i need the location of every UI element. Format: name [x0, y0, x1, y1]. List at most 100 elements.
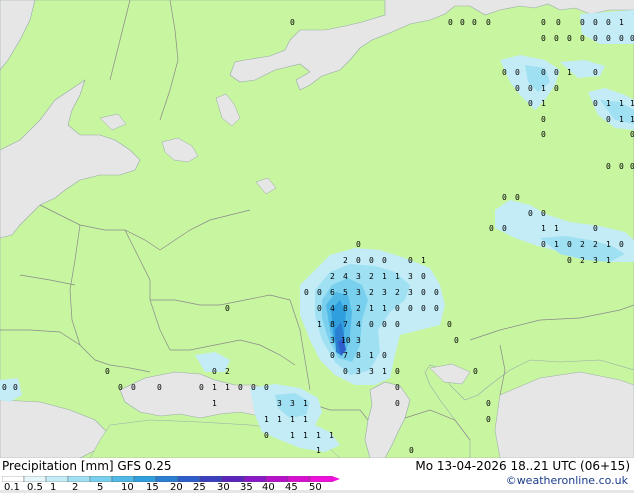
precip-value: 2	[356, 304, 361, 313]
precip-value: 0	[421, 304, 426, 313]
precip-value: 0	[118, 383, 123, 392]
precip-value: 1	[290, 415, 295, 424]
precip-value: 1	[382, 272, 387, 281]
precip-value: 0	[382, 351, 387, 360]
precip-value: 0	[369, 320, 374, 329]
precip-value: 0	[238, 383, 243, 392]
precip-value: 0	[330, 351, 335, 360]
scale-tick-label: 0.5	[27, 482, 43, 493]
precip-value: 3	[593, 256, 598, 265]
precip-value: 0	[619, 162, 624, 171]
precip-value: 0	[567, 34, 572, 43]
precip-value: 0	[251, 383, 256, 392]
precip-value: 1	[369, 351, 374, 360]
precip-value: 0	[567, 256, 572, 265]
precip-value: 1	[630, 99, 634, 108]
precip-value: 0	[408, 304, 413, 313]
precip-value: 2	[395, 288, 400, 297]
precipitation-map: 0000000000100000000000010001001011100110…	[0, 0, 634, 458]
precip-value: 0	[131, 383, 136, 392]
precip-value: 1	[277, 415, 282, 424]
precip-value: 1	[541, 99, 546, 108]
scale-tick-label: 40	[262, 482, 275, 493]
credit-link[interactable]: ©weatheronline.co.uk	[506, 474, 628, 487]
precip-value: 0	[554, 34, 559, 43]
precip-value: 0	[593, 68, 598, 77]
precip-value: 1	[212, 399, 217, 408]
precip-value: 1	[554, 224, 559, 233]
precip-value: 1	[329, 431, 334, 440]
precip-value: 0	[448, 18, 453, 27]
precip-value: 3	[382, 288, 387, 297]
precip-value: 0	[409, 446, 414, 455]
precip-value: 1	[567, 68, 572, 77]
precip-value: 1	[316, 446, 321, 455]
scale-tick-label: 50	[309, 482, 322, 493]
precip-value: 1	[303, 431, 308, 440]
precip-value: 1	[619, 18, 624, 27]
precip-value: 0	[382, 320, 387, 329]
precip-value: 3	[330, 336, 335, 345]
precip-value: 1	[225, 383, 230, 392]
precip-value: 3	[356, 367, 361, 376]
precip-value: 0	[317, 288, 322, 297]
precip-value: 1	[395, 272, 400, 281]
precip-value: 0	[486, 415, 491, 424]
precip-value: 0	[556, 18, 561, 27]
precip-value: 1	[619, 115, 624, 124]
scale-tick-label: 1	[50, 482, 57, 493]
precip-value: 0	[593, 34, 598, 43]
precip-value: 2	[369, 272, 374, 281]
precip-value: 0	[515, 68, 520, 77]
precip-value: 0	[567, 240, 572, 249]
precip-value: 0	[290, 18, 295, 27]
precip-value: 0	[13, 383, 18, 392]
precip-value: 1	[303, 399, 308, 408]
precip-value: 0	[395, 320, 400, 329]
precip-value: 2	[369, 288, 374, 297]
precip-value: 0	[473, 367, 478, 376]
precip-value: 1	[541, 84, 546, 93]
precip-value: 0	[460, 18, 465, 27]
precip-value: 0	[619, 240, 624, 249]
precip-value: 8	[330, 320, 335, 329]
precip-value: 4	[343, 272, 348, 281]
precip-value: 3	[408, 272, 413, 281]
scale-tick-label: 20	[170, 482, 183, 493]
precip-value: 0	[408, 256, 413, 265]
precip-value: 0	[421, 272, 426, 281]
scale-tick-label: 30	[217, 482, 230, 493]
precip-value: 0	[515, 193, 520, 202]
precip-value: 1	[212, 383, 217, 392]
precip-value: 0	[630, 162, 634, 171]
scale-tick-label: 0.1	[4, 482, 20, 493]
scale-tick-label: 45	[285, 482, 298, 493]
precip-value: 7	[343, 320, 348, 329]
precip-value: 0	[630, 130, 634, 139]
precip-value: 2	[343, 256, 348, 265]
precip-value: 0	[486, 399, 491, 408]
precip-value: 0	[606, 115, 611, 124]
precip-value: 0	[502, 193, 507, 202]
precip-value: 1	[264, 415, 269, 424]
precip-value: 3	[290, 399, 295, 408]
precip-value: 1	[382, 367, 387, 376]
scale-tick-label: 5	[97, 482, 104, 493]
precip-value: 5	[343, 288, 348, 297]
precip-value: 0	[619, 34, 624, 43]
precip-value: 0	[395, 399, 400, 408]
precip-value: 1	[303, 415, 308, 424]
precip-value: 1	[606, 256, 611, 265]
precip-value: 1	[290, 431, 295, 440]
precip-value: 0	[454, 336, 459, 345]
precip-value: 3	[356, 272, 361, 281]
scale-tick-label: 2	[72, 482, 79, 493]
precip-value: 1	[316, 431, 321, 440]
precip-value: 1	[369, 304, 374, 313]
precip-value: 0	[554, 84, 559, 93]
precip-value: 2	[593, 240, 598, 249]
precip-value: 0	[580, 18, 585, 27]
precip-value: 1	[554, 240, 559, 249]
precip-value: 0	[395, 367, 400, 376]
precip-value: 0	[382, 256, 387, 265]
